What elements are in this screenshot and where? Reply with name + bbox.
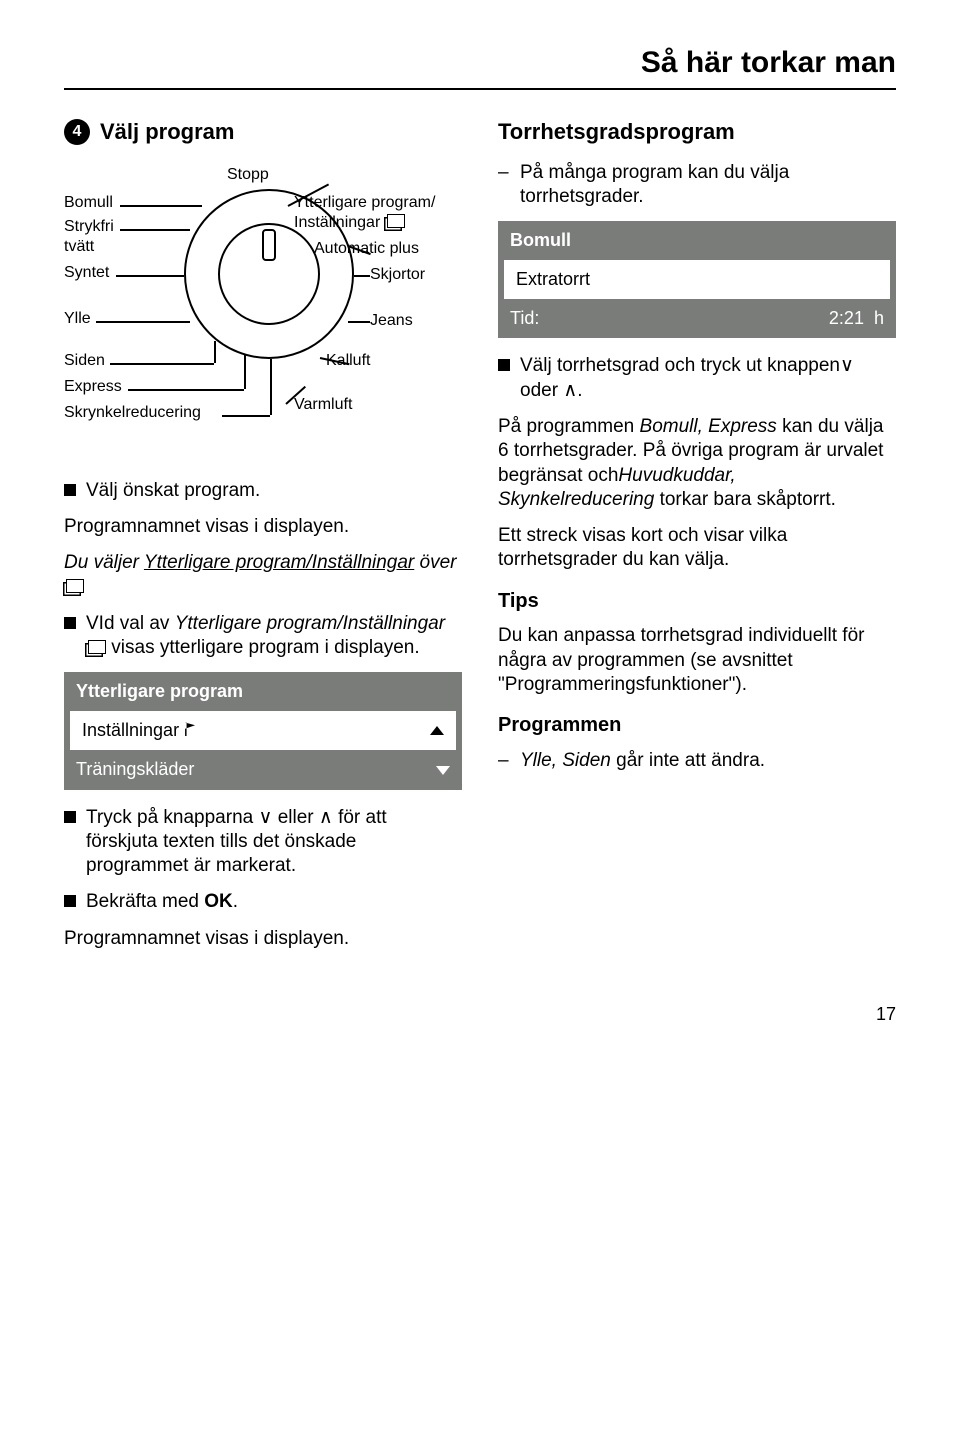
dial-label-bomull: Bomull [64,193,154,213]
lcd-header: Bomull [498,221,896,260]
bullet-icon [64,484,76,496]
bullet-icon [64,895,76,907]
settings-icon [66,579,84,593]
step-number-badge: 4 [64,119,90,145]
body-text: Du väljer Ytterligare program/Inställnin… [64,551,462,600]
two-column-layout: 4 Välj program Stopp Bomull Strykfri tvä… [64,118,896,963]
lcd-selected-text: Extratorrt [516,268,590,291]
lead-line [270,359,272,415]
subheading-tips: Tips [498,589,896,615]
settings-icon [387,214,405,228]
dial-label-stopp: Stopp [227,165,269,185]
settings-icon [88,640,106,654]
right-column: Torrhetsgradsprogram – På många program … [498,118,896,963]
page-number: 17 [64,1003,896,1026]
bullet-item: Välj önskat program. [64,479,462,503]
program-dial-diagram: Stopp Bomull Strykfri tvätt Syntet Ylle … [64,165,462,465]
lead-line [244,355,246,389]
bullet-icon [64,811,76,823]
lcd-footer-row: Tid: 2:21 h [498,299,896,338]
lcd-selected-row: Extratorrt [504,260,890,299]
dial-label-tvatt: tvätt [64,237,94,257]
dash-icon: – [498,749,510,773]
lcd-selected-row: Inställningar [70,711,456,750]
lcd-header-text: Ytterligare program [76,680,243,703]
lcd-selected-text: Inställningar [82,719,195,742]
bullet-item: Bekräfta med OK. [64,890,462,914]
dial-label-kalluft: Kalluft [326,351,446,371]
arrow-up-icon [563,379,577,403]
dial-label-skjortor: Skjortor [370,265,470,285]
body-text: På programmen Bomull, Express kan du väl… [498,415,896,512]
body-text: Du kan anpassa torrhetsgrad individuellt… [498,624,896,697]
lead-line [120,205,202,207]
dryness-bars-icon [803,272,878,288]
lead-line [222,415,270,417]
lcd-header-text: Bomull [510,229,571,252]
lead-line [110,363,214,365]
display-screenshot-1: Ytterligare program Inställningar Tränin… [64,672,462,789]
arrow-up-icon [430,726,444,735]
lcd-footer-time: 2:21 h [829,307,884,330]
dial-label-ytterligare-line2: Inställningar [294,213,405,233]
manual-page: Så här torkar man 4 Välj program Stopp B… [0,0,960,1434]
dial-label-varmluft: Varmluft [294,395,414,415]
arrow-down-icon [259,806,273,830]
body-text: Ett streck visas kort och visar vilka to… [498,524,896,573]
dash-item: – Ylle, Siden går inte att ändra. [498,749,896,773]
arrow-down-icon [840,354,854,378]
body-text: Programnamnet visas i displayen. [64,927,462,951]
bullet-item: VId val av Ytterligare program/Inställni… [64,612,462,661]
bullet-icon [64,617,76,629]
lcd-row-text: Träningskläder [76,758,194,781]
lcd-footer-label: Tid: [510,307,539,330]
left-column: 4 Välj program Stopp Bomull Strykfri tvä… [64,118,462,963]
bullet-icon [498,359,510,371]
arrow-up-icon [319,806,333,830]
dial-label-skrynkelreducering: Skrynkelreducering [64,403,234,423]
bullet-text: Välj önskat program. [86,479,462,503]
dial-label-ytterligare-line1: Ytterligare program/ [294,193,474,213]
bullet-text: Tryck på knapparna eller för att förskju… [86,806,462,879]
dial-label-express: Express [64,377,154,397]
dash-text: Ylle, Siden går inte att ändra. [520,749,765,773]
flag-icon [185,722,195,736]
bullet-text: Bekräfta med OK. [86,890,462,914]
bullet-text: Välj torrhetsgrad och tryck ut knappen o… [520,354,896,403]
step-heading: 4 Välj program [64,118,462,146]
bullet-text: VId val av Ytterligare program/Inställni… [86,612,462,661]
dash-text: På många program kan du välja torrhetsgr… [520,161,896,210]
dial-label-jeans: Jeans [370,311,470,331]
dial-label-strykfri: Strykfri [64,217,154,237]
subheading-programmen: Programmen [498,713,896,739]
dash-item: – På många program kan du välja torrhets… [498,161,896,210]
section-heading: Torrhetsgradsprogram [498,118,896,146]
dial-label-ylle: Ylle [64,309,154,329]
lcd-row: Träningskläder [64,750,462,789]
dial-label-siden: Siden [64,351,154,371]
lead-line [120,229,190,231]
lcd-header: Ytterligare program [64,672,462,711]
lead-line [354,275,370,277]
lead-line [214,341,216,363]
body-text: Programnamnet visas i displayen. [64,515,462,539]
bullet-item: Välj torrhetsgrad och tryck ut knappen o… [498,354,896,403]
dash-icon: – [498,161,510,210]
bullet-item: Tryck på knapparna eller för att förskju… [64,806,462,879]
step-title: Välj program [100,118,234,146]
page-title: Så här torkar man [64,44,896,90]
display-screenshot-2: Bomull Extratorrt Tid: 2:21 h [498,221,896,338]
lead-line [96,321,190,323]
dial-label-automatic-plus: Automatic plus [314,239,474,259]
dial-label-syntet: Syntet [64,263,154,283]
arrow-down-icon [436,766,450,775]
lead-line [348,321,370,323]
lead-line [128,389,244,391]
lead-line [116,275,184,277]
